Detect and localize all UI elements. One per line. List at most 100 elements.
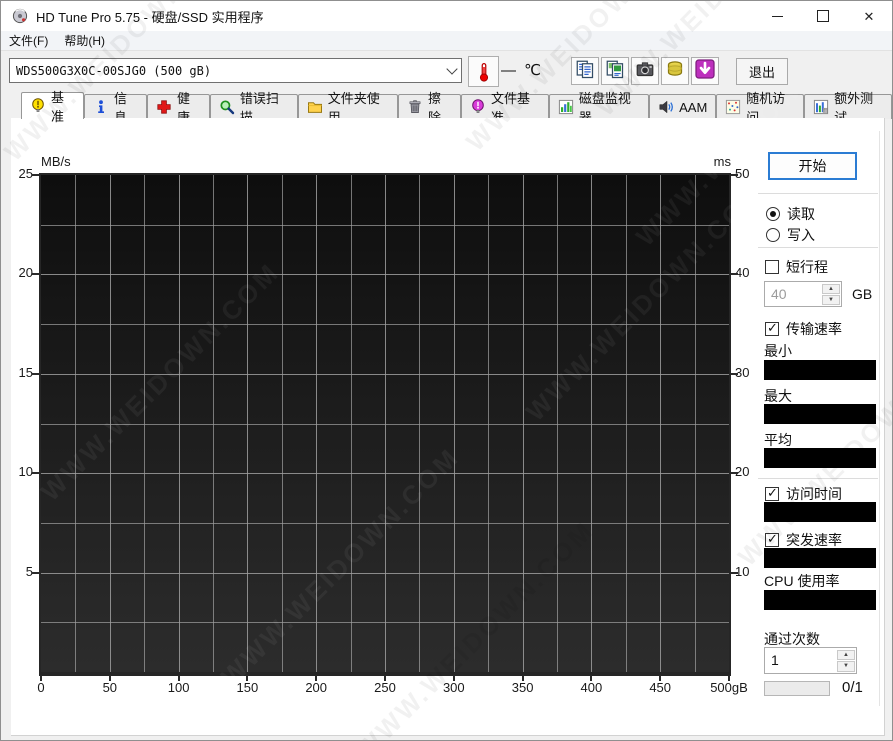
gridline xyxy=(41,225,729,226)
tab-aam[interactable]: AAM xyxy=(649,94,716,119)
checkbox-short-stroke[interactable]: 短行程 xyxy=(765,257,828,277)
burst-rate-label: 突发速率 xyxy=(786,530,842,550)
copy-text-button[interactable] xyxy=(571,57,599,85)
health-icon xyxy=(156,99,172,115)
maximize-icon xyxy=(817,10,829,22)
save-button[interactable] xyxy=(661,57,689,85)
temperature-unit: ℃ xyxy=(524,62,543,79)
axis-tick-label: 150 xyxy=(225,680,269,695)
axis-tick-label: 300 xyxy=(432,680,476,695)
maximize-button[interactable] xyxy=(800,1,846,31)
aam-icon xyxy=(658,99,674,115)
temperature-display: — ℃ xyxy=(501,61,543,79)
tab-benchmark[interactable]: 基准 xyxy=(21,92,84,119)
tab-extra-tests[interactable]: 额外测试 xyxy=(804,94,892,119)
drive-select[interactable]: WDS500G3X0C-00SJG0 (500 gB) xyxy=(9,58,462,83)
tab-erase[interactable]: 擦除 xyxy=(398,94,461,119)
random-access-icon xyxy=(725,99,741,115)
minimize-icon xyxy=(772,16,783,17)
temperature-button[interactable] xyxy=(468,56,499,87)
benchmark-icon xyxy=(30,98,46,114)
stat-min-label: 最小 xyxy=(764,341,792,361)
axis-tick xyxy=(590,675,592,681)
file-benchmark-icon xyxy=(470,99,486,115)
axis-tick-label: 450 xyxy=(638,680,682,695)
axis-tick-label: 0 xyxy=(19,680,63,695)
stepper-up-icon[interactable]: ▲ xyxy=(822,284,840,294)
axis-tick-label: 100 xyxy=(157,680,201,695)
radio-read-label: 读取 xyxy=(787,204,815,224)
axis-tick xyxy=(728,675,730,681)
tab-info[interactable]: 信息 xyxy=(84,94,147,119)
exit-button[interactable]: 退出 xyxy=(736,58,788,85)
tab-file-benchmark[interactable]: 文件基准 xyxy=(461,94,549,119)
erase-icon xyxy=(407,99,423,115)
transfer-rate-label: 传输速率 xyxy=(786,319,842,339)
tab-random-access[interactable]: 随机访问 xyxy=(716,94,804,119)
gridline xyxy=(41,573,729,574)
capacity-stepper[interactable]: 40 ▲ ▼ xyxy=(764,281,842,307)
stat-max-value xyxy=(764,404,876,424)
axis-tick-label: 30 xyxy=(735,365,763,380)
burst-rate-value xyxy=(764,548,876,568)
download-button[interactable] xyxy=(691,57,719,85)
stepper-buttons: ▲ ▼ xyxy=(821,282,841,306)
tab-health[interactable]: 健康 xyxy=(147,94,210,119)
gridline xyxy=(41,622,729,623)
app-window: HD Tune Pro 5.75 - 硬盘/SSD 实用程序 ✕ 文件(F) 帮… xyxy=(0,0,893,741)
combo-arrow[interactable] xyxy=(443,59,461,82)
axis-tick xyxy=(731,273,738,275)
tab-folder-usage[interactable]: 文件夹使用 xyxy=(298,94,398,119)
folder-usage-icon xyxy=(307,99,323,115)
axis-tick xyxy=(315,675,317,681)
capacity-value: 40 xyxy=(765,282,821,306)
axis-tick xyxy=(731,174,738,176)
checkbox-access-time[interactable]: 访问时间 xyxy=(765,484,842,504)
close-icon: ✕ xyxy=(864,10,875,23)
radio-read[interactable]: 读取 xyxy=(766,204,815,224)
axis-tick xyxy=(731,472,738,474)
pass-count-stepper[interactable]: 1 ▲ ▼ xyxy=(764,647,857,674)
stepper-up-icon[interactable]: ▲ xyxy=(837,650,855,661)
axis-tick xyxy=(731,373,738,375)
start-button[interactable]: 开始 xyxy=(768,152,857,180)
close-button[interactable]: ✕ xyxy=(846,1,892,31)
pass-count-label: 通过次数 xyxy=(764,629,820,649)
stepper-down-icon[interactable]: ▼ xyxy=(822,295,840,305)
copy-image-icon xyxy=(605,59,625,84)
axis-tick-label: 250 xyxy=(363,680,407,695)
radio-read-icon xyxy=(766,207,780,221)
stat-avg-label: 平均 xyxy=(764,430,792,450)
panel-edge-line xyxy=(879,131,880,706)
checkbox-icon xyxy=(765,487,779,501)
tab-error-scan[interactable]: 错误扫描 xyxy=(210,94,298,119)
gridline xyxy=(41,523,729,524)
access-time-value xyxy=(764,502,876,522)
progress-bar xyxy=(764,681,830,696)
radio-write-icon xyxy=(766,228,780,242)
axis-tick xyxy=(32,572,39,574)
checkbox-transfer-rate[interactable]: 传输速率 xyxy=(765,319,842,339)
menu-help[interactable]: 帮助(H) xyxy=(56,31,113,50)
axis-tick xyxy=(32,273,39,275)
checkbox-burst-rate[interactable]: 突发速率 xyxy=(765,530,842,550)
radio-write[interactable]: 写入 xyxy=(766,225,815,245)
stepper-down-icon[interactable]: ▼ xyxy=(837,661,855,672)
axis-tick xyxy=(32,174,39,176)
gridline xyxy=(41,274,729,275)
axis-tick-label: 20 xyxy=(735,464,763,479)
chevron-down-icon xyxy=(446,63,457,74)
tab-disk-monitor[interactable]: 磁盘监视器 xyxy=(549,94,649,119)
radio-write-label: 写入 xyxy=(787,225,815,245)
download-icon xyxy=(695,59,715,84)
axis-tick-label: 500gB xyxy=(701,680,757,695)
short-stroke-label: 短行程 xyxy=(786,257,828,277)
tab-bar: 基准信息健康错误扫描文件夹使用擦除文件基准磁盘监视器AAM随机访问额外测试 xyxy=(21,92,892,119)
thermometer-icon xyxy=(474,62,494,82)
menu-file[interactable]: 文件(F) xyxy=(1,31,56,50)
copy-image-button[interactable] xyxy=(601,57,629,85)
copy-text-icon xyxy=(575,59,595,84)
minimize-button[interactable] xyxy=(754,1,800,31)
screenshot-button[interactable] xyxy=(631,57,659,85)
checkbox-icon xyxy=(765,260,779,274)
